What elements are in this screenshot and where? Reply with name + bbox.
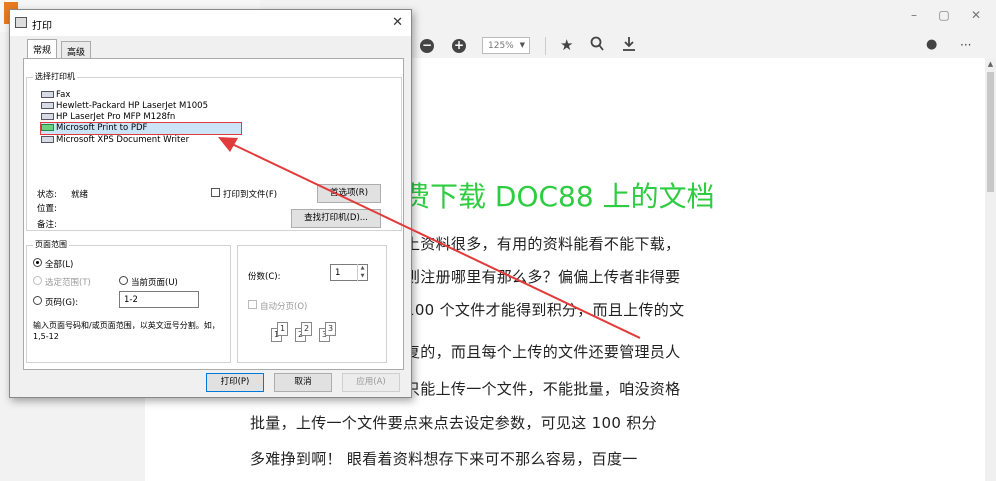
- close-window-button[interactable]: ✕: [962, 8, 990, 24]
- zoom-value: 125%: [488, 41, 514, 51]
- print-dialog: 打印 ✕ 常规 高级 选择打印机 Fax Hewlett-Packard HP …: [9, 9, 412, 398]
- printer-item-selected[interactable]: Microsoft Print to PDF: [40, 122, 242, 135]
- page-range-hint: 输入页面号码和/或页面范围，以英文逗号分割。如，1,5-12: [33, 321, 220, 341]
- document-line: 则注册哪里有那么多？偏偏上传者非得要: [405, 268, 681, 286]
- document-line: 100 个文件才能得到积分，而且上传的文: [405, 301, 685, 319]
- chevron-down-icon: ▼: [519, 41, 525, 49]
- status-value: 就绪: [71, 190, 89, 200]
- copies-spinner[interactable]: ▲ ▼: [357, 264, 367, 281]
- profile-icon[interactable]: ●: [926, 36, 937, 54]
- printer-name: Microsoft XPS Document Writer: [56, 135, 190, 145]
- collate-label: 自动分页(O): [260, 302, 308, 312]
- printer-name: Fax: [56, 90, 71, 100]
- comment-label: 备注:: [37, 220, 57, 230]
- printer-icon: [41, 136, 54, 143]
- apply-button[interactable]: 应用(A): [342, 373, 400, 392]
- scroll-thumb[interactable]: [987, 72, 994, 192]
- document-heading: 费下载 DOC88 上的文档: [402, 180, 715, 213]
- document-line: 只能上传一个文件，不能批量，咱没资格: [405, 380, 681, 398]
- copies-input[interactable]: 1 ▲ ▼: [330, 264, 368, 281]
- zoom-in-button[interactable]: +: [452, 39, 466, 53]
- printer-item[interactable]: Hewlett-Packard HP LaserJet M1005: [41, 101, 208, 112]
- page-range-group: 页面范围 全部(L) 选定范围(T) 当前页面(U) 页码(G): 1-2 输入…: [26, 239, 231, 363]
- printer-item[interactable]: Microsoft XPS Document Writer: [41, 135, 189, 146]
- dialog-title: 打印: [32, 21, 52, 32]
- printer-name: HP LaserJet Pro MFP M128fn: [56, 112, 176, 122]
- page-numbers-input[interactable]: 1-2: [119, 291, 199, 308]
- zoom-select[interactable]: 125% ▼: [482, 37, 530, 54]
- print-button[interactable]: 打印(P): [206, 373, 264, 392]
- print-to-file-checkbox[interactable]: [211, 188, 220, 197]
- document-line: 上资料很多，有用的资料能看不能下载，: [405, 235, 681, 253]
- copies-group: 份数(C): 1 ▲ ▼ 自动分页(O): [237, 245, 387, 363]
- all-pages-radio[interactable]: [33, 258, 42, 267]
- download-icon[interactable]: [622, 36, 636, 54]
- zoom-out-button[interactable]: −: [420, 39, 434, 53]
- document-line: 批量，上传一个文件要点来点去设定参数，可见这 100 积分: [250, 414, 657, 432]
- printer-item[interactable]: Fax: [41, 90, 70, 101]
- toolbar-divider: [545, 37, 546, 55]
- search-icon[interactable]: [590, 36, 604, 54]
- printer-icon: [41, 102, 54, 109]
- selection-label: 选定范围(T): [45, 278, 91, 288]
- preferences-button[interactable]: 首选项(R): [317, 184, 381, 203]
- star-icon[interactable]: ★: [560, 36, 573, 54]
- page-range-label: 页面范围: [33, 239, 69, 250]
- printer-name: Hewlett-Packard HP LaserJet M1005: [56, 101, 208, 111]
- printer-icon: [41, 113, 54, 120]
- page-numbers-radio[interactable]: [33, 296, 42, 305]
- printer-icon: [15, 17, 27, 28]
- current-page-radio[interactable]: [119, 276, 128, 285]
- copies-value: 1: [335, 268, 341, 278]
- vertical-scrollbar[interactable]: ▲: [985, 58, 996, 481]
- current-page-label: 当前页面(U): [131, 278, 178, 288]
- status-label: 状态:: [37, 190, 57, 200]
- minimize-button[interactable]: –: [900, 8, 928, 24]
- copies-label: 份数(C):: [248, 272, 281, 282]
- document-line: 多难挣到啊！ 眼看着资料想存下来可不那么容易，百度一: [250, 450, 638, 468]
- select-printer-label: 选择打印机: [33, 71, 77, 82]
- printer-name: Microsoft Print to PDF: [56, 123, 148, 133]
- select-printer-group: 选择打印机 Fax Hewlett-Packard HP LaserJet M1…: [26, 71, 402, 231]
- selection-radio[interactable]: [33, 276, 42, 285]
- print-to-file-label: 打印到文件(F): [223, 190, 278, 200]
- find-printer-button[interactable]: 查找打印机(D)...: [291, 209, 381, 228]
- general-tab-panel: 选择打印机 Fax Hewlett-Packard HP LaserJet M1…: [23, 58, 404, 370]
- page-numbers-label: 页码(G):: [45, 298, 79, 308]
- location-label: 位置:: [37, 204, 57, 214]
- scroll-up-icon[interactable]: ▲: [985, 60, 996, 70]
- printer-default-icon: [41, 124, 54, 131]
- all-pages-label: 全部(L): [45, 260, 74, 270]
- collate-pages-icon: 11: [271, 322, 293, 342]
- printer-item[interactable]: HP LaserJet Pro MFP M128fn: [41, 112, 175, 123]
- collate-pages-icon: 33: [319, 322, 341, 342]
- tab-general[interactable]: 常规: [27, 39, 58, 59]
- cancel-button[interactable]: 取消: [274, 373, 332, 392]
- document-line: 复的，而且每个上传的文件还要管理员人: [405, 343, 681, 361]
- dialog-close-button[interactable]: ✕: [392, 15, 403, 30]
- collate-pages-icon: 22: [295, 322, 317, 342]
- fax-icon: [41, 91, 54, 98]
- more-options-icon[interactable]: ···: [960, 36, 971, 54]
- dialog-titlebar: 打印 ✕: [10, 10, 411, 36]
- tab-advanced[interactable]: 高级: [61, 41, 92, 58]
- collate-checkbox[interactable]: [248, 300, 257, 309]
- restore-button[interactable]: ▢: [930, 8, 958, 24]
